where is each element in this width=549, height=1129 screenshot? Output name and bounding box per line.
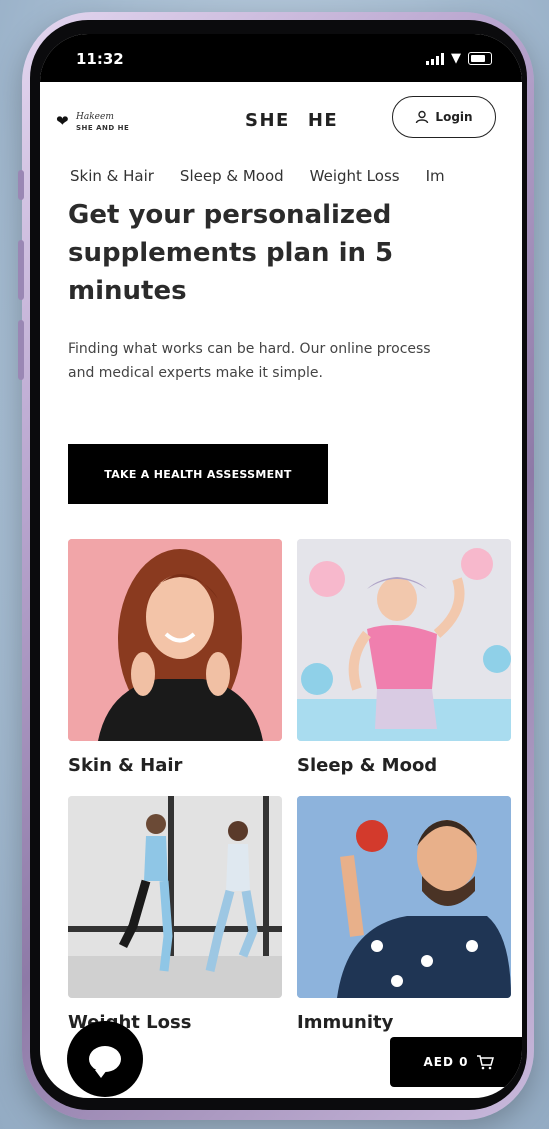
phone-screen: 11:32 ▼ ❤ Hakeem SHE AND HE SHE HE Login bbox=[40, 34, 522, 1098]
logo-subtext: SHE AND HE bbox=[76, 124, 130, 132]
logo-text: Hakeem bbox=[76, 112, 114, 122]
brand-logo[interactable]: ❤ Hakeem SHE AND HE bbox=[56, 110, 136, 140]
category-card-skin-hair[interactable]: Skin & Hair bbox=[68, 539, 282, 776]
weight-loss-illustration bbox=[68, 796, 282, 998]
card-label-immunity: Immunity bbox=[297, 1012, 394, 1033]
user-icon bbox=[416, 110, 429, 124]
wifi-icon: ▼ bbox=[451, 50, 461, 66]
side-button bbox=[18, 240, 24, 300]
immunity-illustration bbox=[297, 796, 511, 998]
site-header: ❤ Hakeem SHE AND HE SHE HE Login bbox=[40, 82, 522, 162]
side-button bbox=[18, 170, 24, 200]
gender-nav: SHE HE bbox=[245, 110, 338, 131]
skin-hair-image bbox=[68, 539, 282, 741]
chat-button[interactable] bbox=[67, 1021, 143, 1097]
hero-subtitle: Finding what works can be hard. Our onli… bbox=[68, 341, 431, 381]
cart-button[interactable]: AED 0 bbox=[390, 1037, 522, 1087]
signal-icon bbox=[426, 52, 444, 65]
tab-sleep-mood[interactable]: Sleep & Mood bbox=[180, 167, 284, 195]
card-label-sleep-mood: Sleep & Mood bbox=[297, 755, 438, 776]
category-card-weight-loss[interactable]: Weight Loss bbox=[68, 796, 282, 1033]
heart-logo-icon: ❤ bbox=[56, 112, 69, 130]
card-label-skin-hair: Skin & Hair bbox=[68, 755, 183, 776]
tab-skin-hair[interactable]: Skin & Hair bbox=[70, 167, 154, 195]
login-button[interactable]: Login bbox=[392, 96, 496, 138]
tab-immunity[interactable]: Im bbox=[426, 167, 445, 195]
side-button bbox=[18, 320, 24, 380]
hero-title: Get your personalized supplements plan i… bbox=[68, 200, 394, 306]
immunity-image bbox=[297, 796, 511, 998]
health-assessment-button[interactable]: TAKE A HEALTH ASSESSMENT bbox=[68, 444, 328, 504]
category-card-immunity[interactable]: Immunity bbox=[297, 796, 511, 1033]
chat-icon bbox=[89, 1046, 121, 1078]
category-tabs: Skin & Hair Sleep & Mood Weight Loss Im bbox=[70, 167, 522, 195]
nav-she[interactable]: SHE bbox=[245, 110, 290, 131]
tab-weight-loss[interactable]: Weight Loss bbox=[310, 167, 400, 195]
cart-icon bbox=[477, 1055, 495, 1070]
cart-label: AED 0 bbox=[423, 1055, 469, 1069]
battery-icon bbox=[468, 52, 492, 65]
nav-he[interactable]: HE bbox=[308, 110, 338, 131]
skin-hair-illustration bbox=[68, 539, 282, 741]
status-icons: ▼ bbox=[426, 52, 492, 65]
sleep-mood-illustration bbox=[297, 539, 511, 741]
category-card-sleep-mood[interactable]: Sleep & Mood bbox=[297, 539, 511, 776]
sleep-mood-image bbox=[297, 539, 511, 741]
weight-loss-image bbox=[68, 796, 282, 998]
login-label: Login bbox=[435, 110, 473, 124]
status-bar: 11:32 ▼ bbox=[40, 34, 522, 82]
status-time: 11:32 bbox=[76, 50, 124, 68]
